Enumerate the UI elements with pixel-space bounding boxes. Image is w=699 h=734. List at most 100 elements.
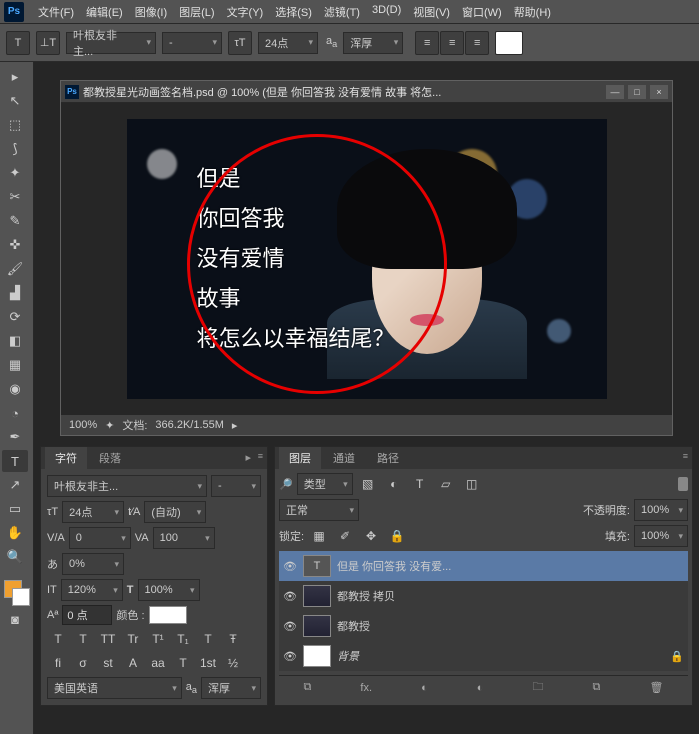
menu-item[interactable]: 滤镜(T) — [318, 1, 366, 23]
blur-tool-icon[interactable]: ◉ — [2, 378, 28, 400]
layer-name[interactable]: 都教授 拷贝 — [337, 588, 684, 604]
type-style-button[interactable]: T — [72, 629, 94, 649]
fill-input[interactable]: 100% — [634, 525, 688, 547]
align-center-icon[interactable]: ≡ — [440, 31, 464, 55]
font-family-select[interactable]: 叶根友非主... — [66, 32, 156, 54]
font-style-select[interactable]: - — [162, 32, 222, 54]
layer-row[interactable]: 👁 都教授 拷贝 — [279, 581, 688, 611]
lang-select[interactable]: 美国英语 — [47, 677, 182, 699]
move-tool-icon[interactable]: ↖ — [2, 90, 28, 112]
tab-character[interactable]: 字符 — [45, 447, 87, 469]
layer-name[interactable]: 都教授 — [337, 618, 684, 634]
opentype-button[interactable]: ½ — [222, 653, 244, 673]
lock-pixel-icon[interactable]: ✐ — [334, 526, 356, 546]
visibility-icon[interactable]: 👁 — [283, 620, 297, 633]
link-layers-icon[interactable]: ⧉ — [304, 681, 312, 694]
path-tool-icon[interactable]: ↗ — [2, 474, 28, 496]
close-button[interactable]: × — [650, 85, 668, 99]
aa-select[interactable]: 浑厚 — [343, 32, 403, 54]
tab-paragraph[interactable]: 段落 — [89, 447, 131, 469]
lock-all-icon[interactable]: 🔒 — [386, 526, 408, 546]
orientation-toggle-icon[interactable]: ⊥T — [36, 31, 60, 55]
gradient-tool-icon[interactable]: ▦ — [2, 354, 28, 376]
shape-tool-icon[interactable]: ▭ — [2, 498, 28, 520]
quickmask-icon[interactable]: ◙ — [2, 608, 28, 630]
opentype-button[interactable]: T — [172, 653, 194, 673]
fx-icon[interactable]: fx. — [360, 682, 372, 694]
mask-icon[interactable]: ◐ — [421, 682, 428, 694]
char-shift[interactable]: 0 点 — [62, 605, 112, 625]
char-color-swatch[interactable] — [149, 606, 187, 624]
delete-layer-icon[interactable]: 🗑 — [649, 681, 663, 694]
layer-thumbnail[interactable] — [303, 585, 331, 607]
opentype-button[interactable]: aa — [147, 653, 169, 673]
layer-kind-select[interactable]: 类型 — [297, 473, 353, 495]
eraser-tool-icon[interactable]: ◧ — [2, 330, 28, 352]
history-brush-tool-icon[interactable]: ⟳ — [2, 306, 28, 328]
lock-trans-icon[interactable]: ▦ — [308, 526, 330, 546]
type-tool-icon[interactable]: T — [2, 450, 28, 472]
tab-channels[interactable]: 通道 — [323, 447, 365, 469]
char-tracking[interactable]: 0 — [69, 527, 131, 549]
layer-name[interactable]: 背景 — [337, 648, 664, 664]
char-font-select[interactable]: 叶根友非主... — [47, 475, 207, 497]
crop-tool-icon[interactable]: ✂ — [2, 186, 28, 208]
adjust-icon[interactable]: ◐ — [477, 682, 484, 694]
lock-pos-icon[interactable]: ✥ — [360, 526, 382, 546]
type-style-button[interactable]: Tr — [122, 629, 144, 649]
layer-name[interactable]: 但是 你回答我 没有爱... — [337, 558, 684, 574]
menu-item[interactable]: 图像(I) — [129, 1, 173, 23]
filter-icon[interactable]: 🔎 — [279, 478, 293, 491]
zoom-level[interactable]: 100% — [69, 419, 97, 431]
filter-type-icon[interactable]: T — [409, 474, 431, 494]
menu-item[interactable]: 视图(V) — [407, 1, 456, 23]
menu-item[interactable]: 文字(Y) — [221, 1, 270, 23]
layer-thumbnail[interactable]: T — [303, 555, 331, 577]
opentype-button[interactable]: fi — [47, 653, 69, 673]
stamp-tool-icon[interactable]: ▟ — [2, 282, 28, 304]
background-color[interactable] — [12, 588, 30, 606]
font-size-select[interactable]: 24点 — [258, 32, 318, 54]
opentype-button[interactable]: σ — [72, 653, 94, 673]
eyedropper-tool-icon[interactable]: ✎ — [2, 210, 28, 232]
type-style-button[interactable]: T — [47, 629, 69, 649]
heal-tool-icon[interactable]: ✜ — [2, 234, 28, 256]
type-style-button[interactable]: T₁ — [172, 629, 194, 649]
menu-item[interactable]: 窗口(W) — [456, 1, 508, 23]
char-leading[interactable]: (自动) — [144, 501, 206, 523]
tool-preset-icon[interactable]: T — [6, 31, 30, 55]
align-right-icon[interactable]: ≡ — [465, 31, 489, 55]
menu-item[interactable]: 编辑(E) — [80, 1, 129, 23]
char-hscale[interactable]: 100% — [138, 579, 200, 601]
hand-tool-icon[interactable]: ✋ — [2, 522, 28, 544]
opentype-button[interactable]: st — [97, 653, 119, 673]
panel-collapse-icon[interactable]: ▸ — [245, 451, 251, 464]
layer-thumbnail[interactable] — [303, 615, 331, 637]
filter-smart-icon[interactable]: ◫ — [461, 474, 483, 494]
tab-layers[interactable]: 图层 — [279, 447, 321, 469]
layer-row[interactable]: 👁 都教授 — [279, 611, 688, 641]
visibility-icon[interactable]: 👁 — [283, 650, 297, 663]
type-style-button[interactable]: T — [197, 629, 219, 649]
layer-thumbnail[interactable] — [303, 645, 331, 667]
minimize-button[interactable]: — — [606, 85, 624, 99]
canvas[interactable]: 但是你回答我没有爱情故事将怎么以幸福结尾？ — [127, 119, 607, 399]
align-left-icon[interactable]: ≡ — [415, 31, 439, 55]
menu-item[interactable]: 帮助(H) — [508, 1, 557, 23]
text-color-swatch[interactable] — [495, 31, 523, 55]
lasso-tool-icon[interactable]: ⟆ — [2, 138, 28, 160]
type-style-button[interactable]: Ŧ — [222, 629, 244, 649]
char-size[interactable]: 24点 — [62, 501, 124, 523]
char-kerning[interactable]: 100 — [153, 527, 215, 549]
zoom-tool-icon[interactable]: 🔍 — [2, 546, 28, 568]
opentype-button[interactable]: 1st — [197, 653, 219, 673]
filter-shape-icon[interactable]: ▱ — [435, 474, 457, 494]
dodge-tool-icon[interactable]: ◔ — [2, 402, 28, 424]
menu-item[interactable]: 文件(F) — [32, 1, 80, 23]
char-vscale[interactable]: 120% — [61, 579, 123, 601]
maximize-button[interactable]: □ — [628, 85, 646, 99]
menu-item[interactable]: 图层(L) — [173, 1, 220, 23]
visibility-icon[interactable]: 👁 — [283, 560, 297, 573]
layer-row[interactable]: 👁 背景 🔒 — [279, 641, 688, 671]
new-layer-icon[interactable]: ⧉ — [593, 681, 601, 694]
